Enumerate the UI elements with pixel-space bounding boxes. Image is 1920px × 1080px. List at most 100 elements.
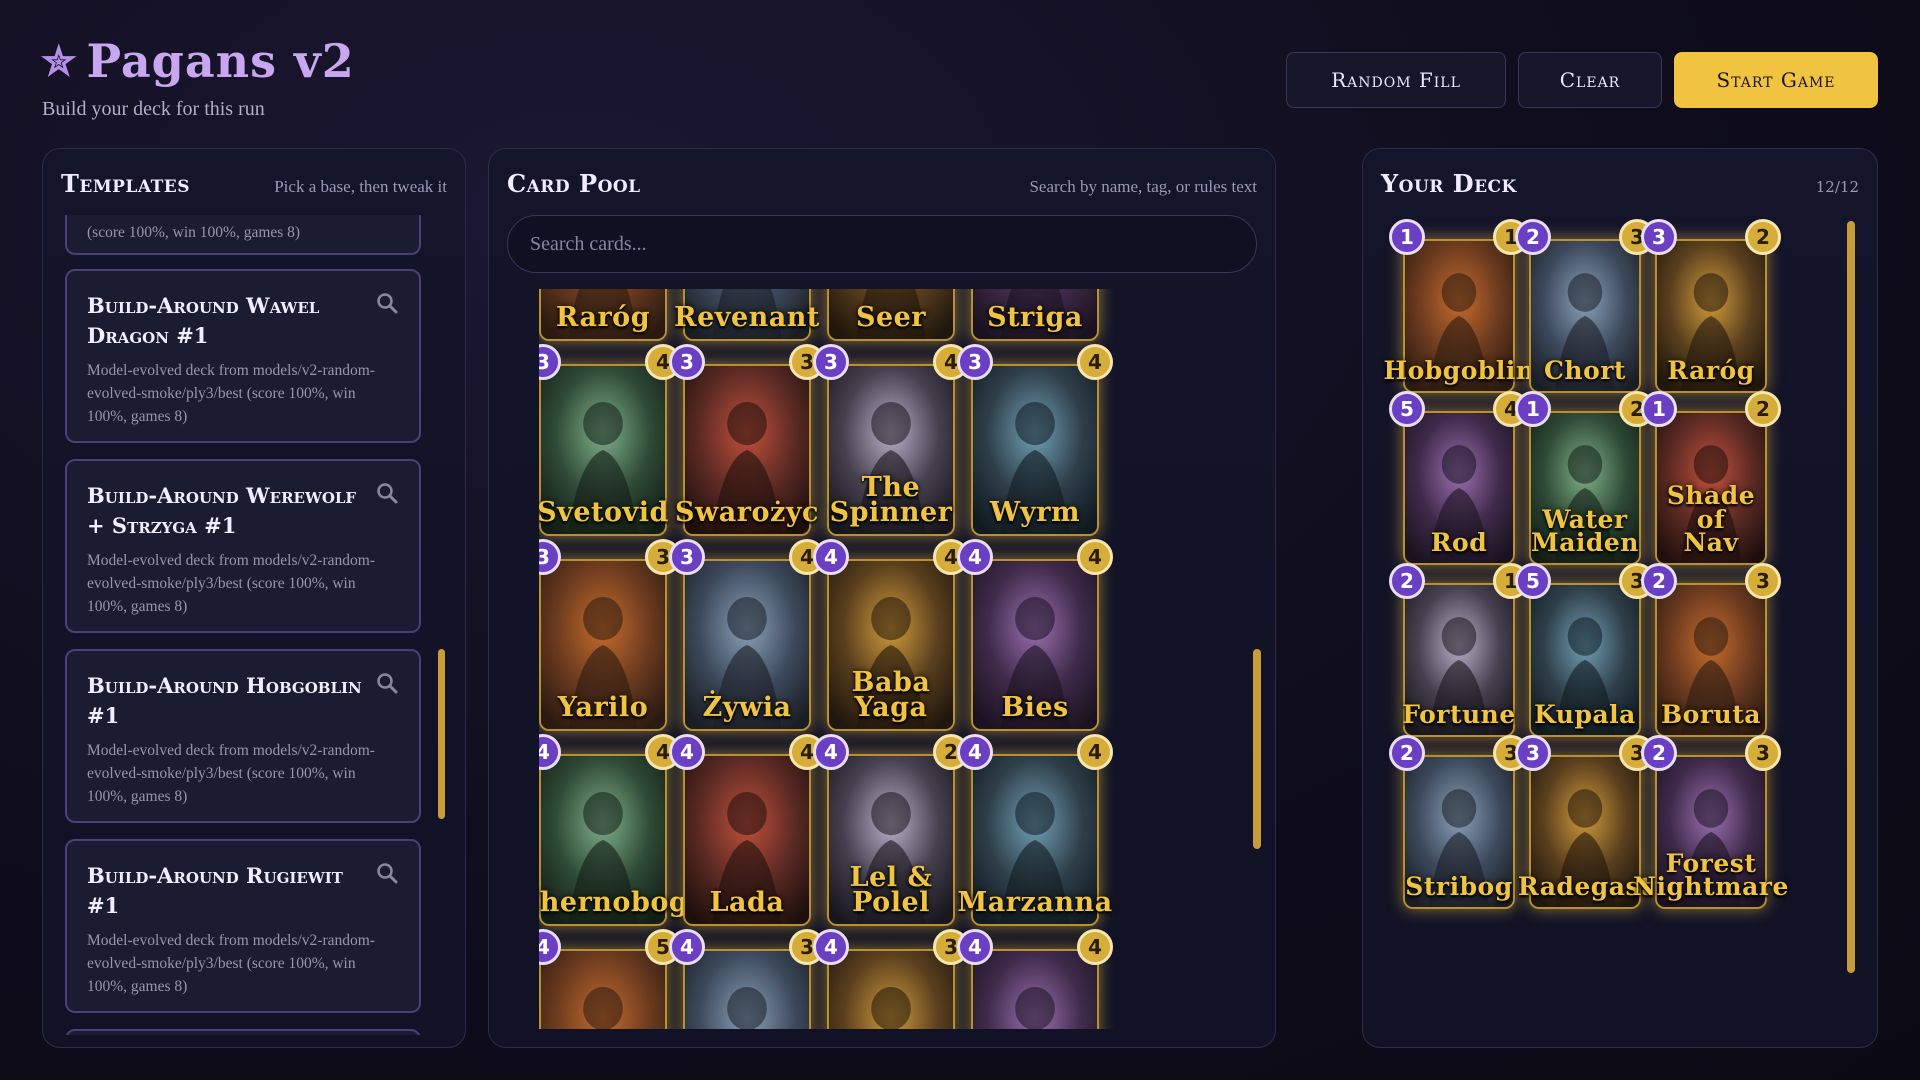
card-pool-panel: Card Pool Search by name, tag, or rules … [488,148,1276,1048]
card-pool-title: Card Pool [507,169,641,198]
start-game-button[interactable]: Start Game [1674,52,1878,108]
deck-scrollbar[interactable] [1847,221,1855,973]
card[interactable]: 1 2 Water Maiden [1515,391,1655,565]
card[interactable]: 5 4 Rod [1389,391,1529,565]
card-cost-badge: 4 [669,929,705,965]
card-pool-scrollbar[interactable] [1253,649,1261,849]
card-art [973,951,1097,1029]
clear-button[interactable]: Clear [1518,52,1662,108]
card-cost-badge: 3 [957,344,993,380]
card-power-badge: 4 [1077,539,1113,575]
card-cost-badge: 3 [669,539,705,575]
card-cost-badge: 4 [813,929,849,965]
card[interactable]: 1 1 Hobgoblin [1383,219,1534,393]
card[interactable]: 4 4 Baba Yaga [813,539,969,731]
templates-scrollbar[interactable] [438,649,445,819]
card[interactable]: 3 3 Radegast [1515,735,1655,909]
card[interactable]: 43 [669,929,825,1029]
card-pool-hint: Search by name, tag, or rules text [1029,177,1257,196]
templates-panel: Templates Pick a base, then tweak it (sc… [42,148,466,1048]
template-name: Build-Around Rugiewit #1 [87,863,343,918]
card-power-badge: 3 [1745,735,1781,771]
card[interactable]: 4 4 Bies [957,539,1113,731]
search-icon[interactable] [375,481,399,505]
card[interactable]: Striga [971,289,1099,341]
star-icon: ✮ [42,37,77,85]
card-cost-badge: 4 [813,734,849,770]
template-list[interactable]: (score 100%, win 100%, games 8) Build-Ar… [65,215,421,1035]
card-cost-badge: 4 [957,929,993,965]
template-name: Build-Around Wawel Dragon #1 [87,293,320,348]
card[interactable]: 44Chernobog [539,734,688,926]
card-cost-badge: 5 [1389,391,1425,427]
card-art [829,951,953,1029]
card-name: Striga [987,302,1083,334]
card[interactable]: 3 4 Żywia [669,539,825,731]
card[interactable]: 1 2 Shade of Nav [1641,391,1781,565]
card[interactable]: 3 4 The Spinner [813,344,969,536]
deck-title: Your Deck [1381,169,1517,198]
search-icon[interactable] [375,861,399,885]
card-cost-badge: 2 [1389,735,1425,771]
card-cost-badge: 3 [669,344,705,380]
card[interactable]: 4 4 Lada [669,734,825,926]
card[interactable]: 4 4 Marzanna [957,734,1113,926]
card-pool-grid[interactable]: RarógRevenantSeer Striga 34Svetovid33Swaro… [539,289,1139,1029]
search-icon[interactable] [375,671,399,695]
card[interactable]: 3 2 Raróg [1641,219,1781,393]
card[interactable]: Raróg [539,289,667,341]
deck-panel: Your Deck 12/12 1 1 Hobgoblin 2 3 Chort 3 2 Raró… [1362,148,1878,1048]
card-cost-badge: 5 [1515,563,1551,599]
card-cost-badge: 2 [1389,563,1425,599]
card-name: Boruta [1661,700,1761,730]
deck-grid[interactable]: 1 1 Hobgoblin 2 3 Chort 3 2 Raróg 5 4 Rod 1 2 Water Ma… [1383,219,1823,959]
templates-title: Templates [61,169,191,198]
card[interactable]: 4 2 Lel & Polel [813,734,969,926]
card[interactable]: 2 3 Boruta [1641,563,1781,737]
search-icon[interactable] [375,291,399,315]
template-desc: (score 100%, win 100%, games 8) [87,224,301,241]
card[interactable]: 43 [813,929,969,1029]
card-cost-badge: 4 [669,734,705,770]
deck-count: 12/12 [1815,178,1859,196]
card[interactable]: 2 3 Chort [1515,219,1655,393]
template-card[interactable]: Build-Around Werewolf + Strzyga #1 Model… [65,459,421,633]
card[interactable]: 2 1 Fortune [1389,563,1529,737]
card-cost-badge: 2 [1641,563,1677,599]
template-desc: Model-evolved deck from models/v2-random… [87,362,375,425]
card[interactable]: 3 3 Swarożyc [669,344,825,536]
card[interactable]: 2 3 Forest Nightmare [1633,735,1788,909]
template-card[interactable]: Build-Around Wawel Dragon #1 Model-evolv… [65,269,421,443]
card-cost-badge: 3 [813,344,849,380]
template-desc: Model-evolved deck from models/v2-random… [87,742,375,805]
card[interactable]: Seer [827,289,955,341]
random-fill-button[interactable]: Random Fill [1286,52,1506,108]
app-title: ✮ Pagans v2 [42,34,355,88]
template-card[interactable] [65,1029,421,1035]
template-card[interactable]: Build-Around Rugiewit #1 Model-evolved d… [65,839,421,1013]
card[interactable]: 3 4 Wyrm [957,344,1113,536]
card[interactable]: 44 [957,929,1113,1029]
card[interactable]: 33Yarilo [539,539,681,731]
templates-hint: Pick a base, then tweak it [274,177,447,196]
card[interactable]: 34Svetovid [539,344,681,536]
card-power-badge: 4 [1077,929,1113,965]
card-cost-badge: 4 [813,539,849,575]
card-art [541,951,665,1029]
card[interactable]: Revenant [674,289,819,341]
card-cost-badge: 4 [957,734,993,770]
app-title-text: Pagans v2 [86,34,355,88]
card-name: Bies [1001,692,1069,724]
card-search-input[interactable] [507,215,1257,273]
template-card[interactable]: (score 100%, win 100%, games 8) [65,215,421,255]
card-name: Marzanna [957,887,1113,919]
card-cost-badge: 4 [957,539,993,575]
card-name: Wyrm [989,497,1081,529]
card[interactable]: 45 [539,929,681,1029]
card-power-badge: 3 [1745,563,1781,599]
template-name: Build-Around Werewolf + Strzyga #1 [87,483,357,538]
template-card[interactable]: Build-Around Hobgoblin #1 Model-evolved … [65,649,421,823]
template-desc: Model-evolved deck from models/v2-random… [87,552,375,615]
card[interactable]: 5 3 Kupala [1515,563,1655,737]
card[interactable]: 2 3 Stribog [1389,735,1529,909]
